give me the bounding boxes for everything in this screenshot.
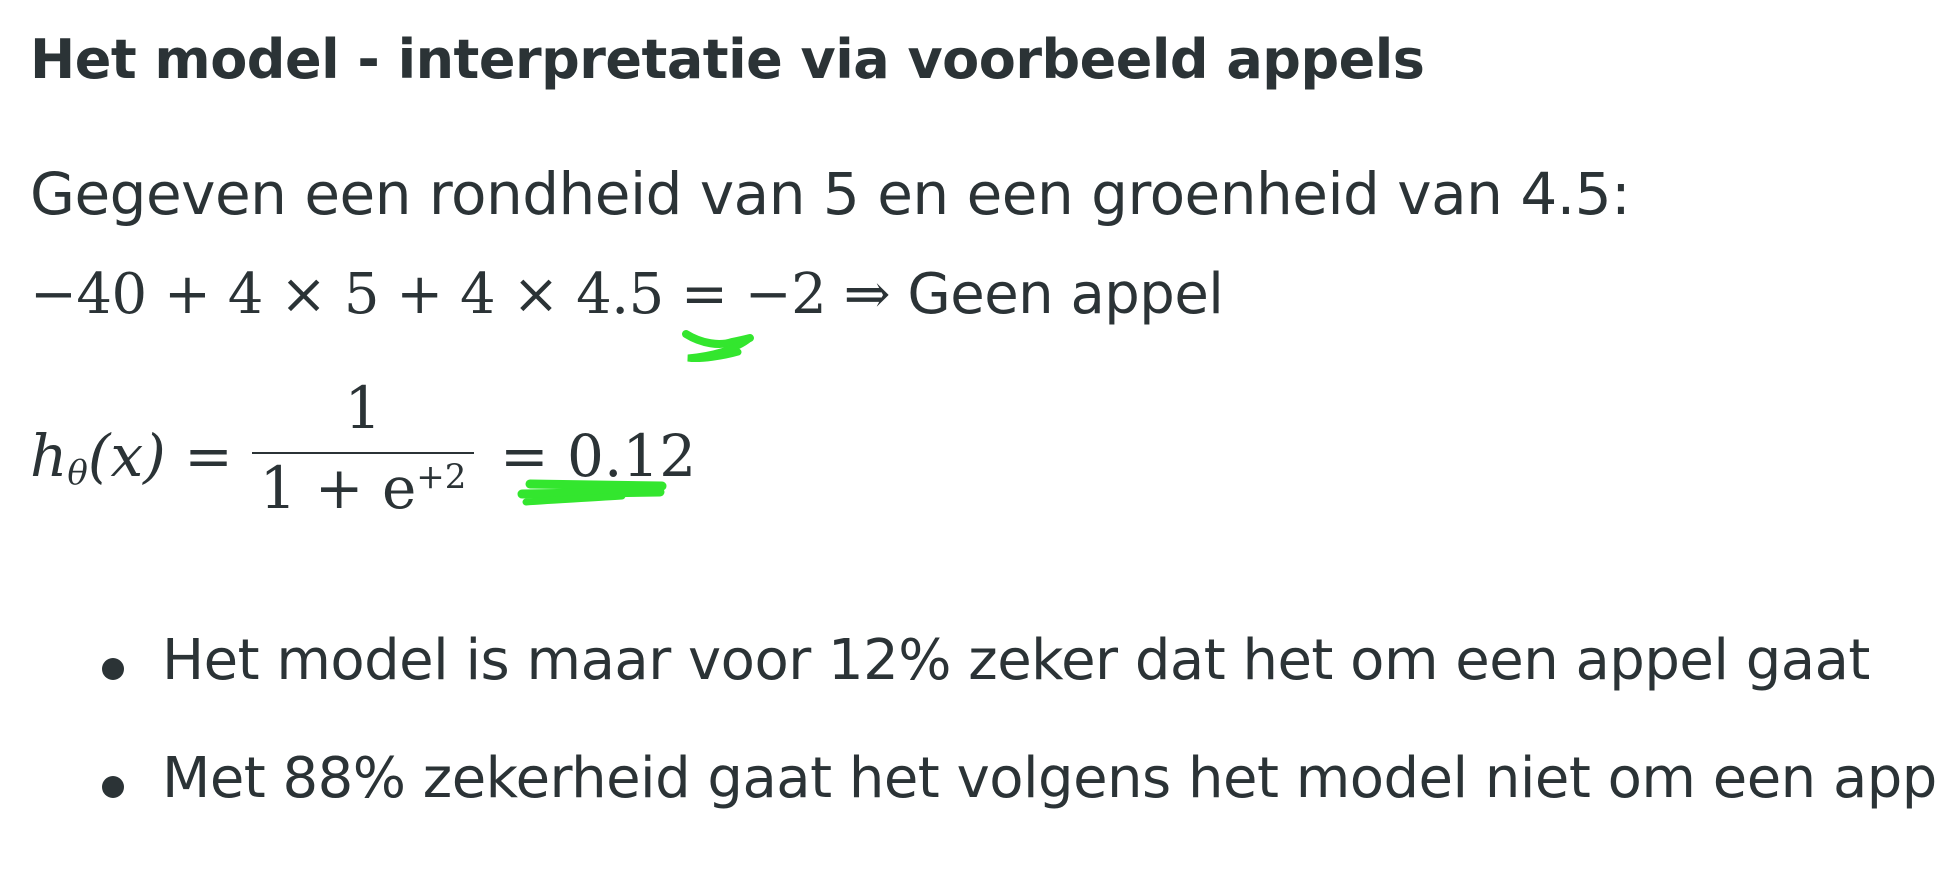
equation-conclusion: Geen appel [907,262,1224,327]
intro-text: Gegeven een rondheid van 5 en een groenh… [30,160,1631,228]
list-item: Met 88% zekerheid gaat het volgens het m… [100,746,1938,864]
bullet-icon [102,658,124,680]
equation-expression: −40 + 4 × 5 + 4 × 4.5 = [30,262,745,327]
slide-title: Het model - interpretatie via voorbeeld … [30,28,1425,91]
denominator-base: 1 + e [259,454,417,522]
function-symbol: h [30,422,68,490]
linear-equation: −40 + 4 × 5 + 4 × 4.5 = −2 ⇒ Geen appel [30,262,1224,327]
pen-highlight-under-result [682,330,754,362]
function-subscript: θ [67,453,88,493]
slide: Het model - interpretatie via voorbeeld … [0,0,1938,882]
result-equals: = [500,422,568,490]
fraction-numerator: 1 [344,374,382,442]
formula-lhs: hθ(x) = [30,422,233,493]
denominator-exponent: +2 [416,457,467,497]
fraction: 1 1 + e+2 [252,374,474,522]
formula-rhs: = 0.12 [500,422,696,490]
formula-result: 0.12 [567,422,697,490]
list-item: Het model is maar voor 12% zeker dat het… [100,628,1938,746]
list-item-text: Met 88% zekerheid gaat het volgens het m… [162,746,1938,811]
formula-equals: = [165,422,233,490]
list-item-text: Het model is maar voor 12% zeker dat het… [162,628,1870,693]
equation-result: −2 [744,262,827,327]
conclusion-list: Het model is maar voor 12% zeker dat het… [100,628,1938,864]
implies-arrow: ⇒ [826,262,908,327]
fraction-denominator: 1 + e+2 [252,454,474,522]
bullet-icon [102,776,124,798]
function-argument: (x) [87,422,166,490]
